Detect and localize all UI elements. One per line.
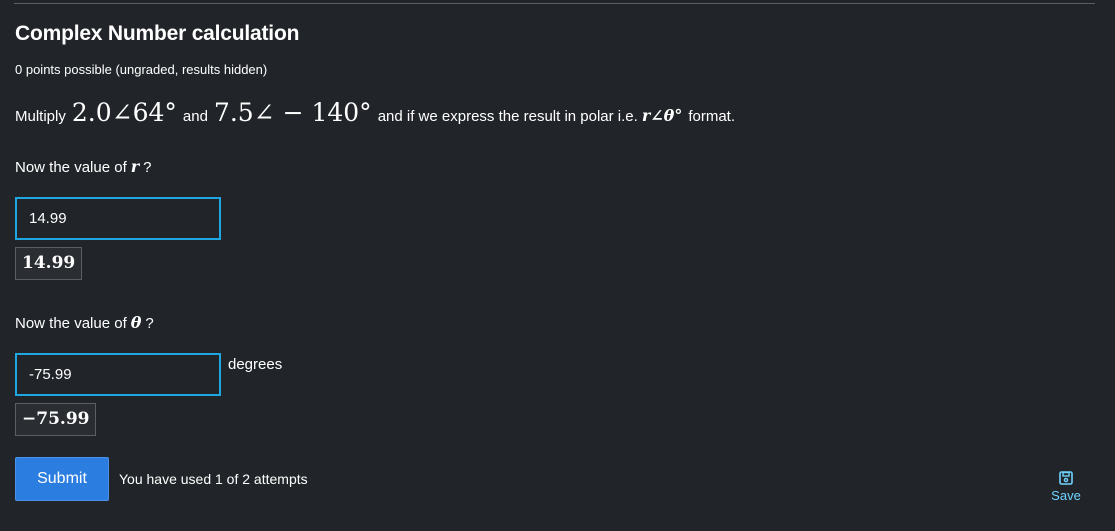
- variable-theta: θ: [130, 313, 142, 332]
- divider: [14, 3, 1095, 4]
- save-label: Save: [1051, 488, 1081, 503]
- submit-button[interactable]: Submit: [15, 457, 109, 501]
- question-suffix: and if we express the result in polar i.…: [377, 108, 638, 125]
- polar-format-expression: r∠θ°: [641, 106, 683, 125]
- floppy-disk-icon: [1046, 471, 1086, 485]
- units-label: degrees: [228, 356, 283, 373]
- theta-math-preview: −75.99: [15, 403, 97, 436]
- prompt-theta: Now the value of θ ?: [15, 313, 154, 332]
- question-text: Multiply 2.0∠64° and 7.5∠ − 140° and if …: [15, 98, 735, 127]
- prompt-r: Now the value of r ?: [15, 157, 152, 176]
- prompt-r-suffix: ?: [143, 159, 152, 176]
- points-info: 0 points possible (ungraded, results hid…: [15, 62, 268, 77]
- question-and: and: [182, 108, 208, 125]
- problem-container: Complex Number calculation 0 points poss…: [0, 0, 1115, 531]
- question-prefix: Multiply: [15, 108, 66, 125]
- operand-2: 7.5∠ − 140°: [213, 98, 372, 127]
- r-answer-input[interactable]: [15, 197, 221, 240]
- save-button[interactable]: Save: [1046, 471, 1086, 503]
- problem-title: Complex Number calculation: [15, 22, 300, 45]
- question-format-word: format.: [688, 108, 736, 125]
- attempts-status: You have used 1 of 2 attempts: [119, 471, 308, 487]
- r-math-preview: 14.99: [15, 247, 83, 280]
- theta-answer-input[interactable]: [15, 353, 221, 396]
- prompt-theta-suffix: ?: [145, 315, 154, 332]
- prompt-r-prefix: Now the value of: [15, 159, 127, 176]
- operand-1: 2.0∠64°: [71, 98, 177, 127]
- prompt-theta-prefix: Now the value of: [15, 315, 127, 332]
- variable-r: r: [130, 157, 140, 176]
